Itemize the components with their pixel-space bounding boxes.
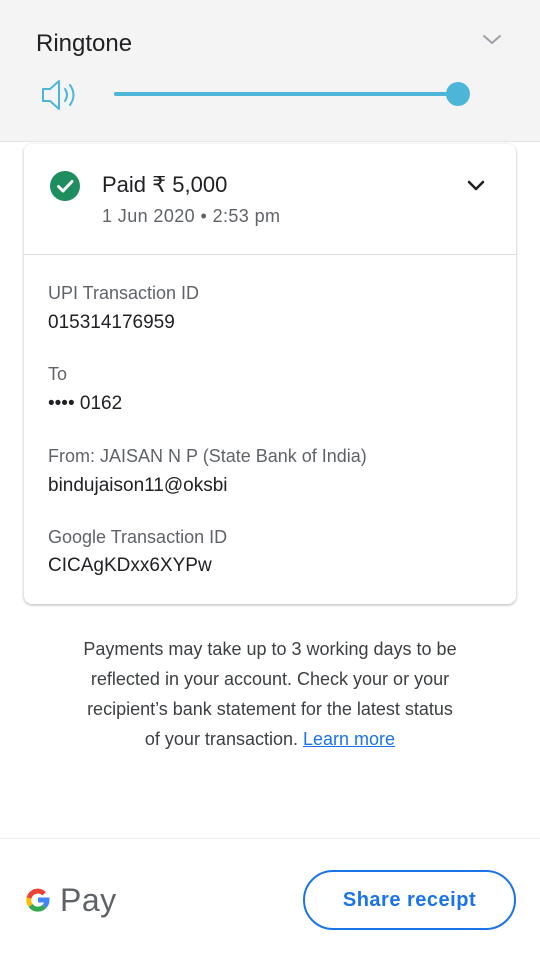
speaker-icon[interactable]	[40, 76, 80, 114]
transaction-summary[interactable]: Paid ₹ 5,000 1 Jun 2020 • 2:53 pm	[24, 144, 516, 255]
google-g-icon	[26, 888, 50, 912]
check-circle-icon	[50, 171, 80, 201]
volume-slider-thumb[interactable]	[446, 82, 470, 106]
google-transaction-id-label: Google Transaction ID	[48, 527, 228, 547]
transaction-card: Paid ₹ 5,000 1 Jun 2020 • 2:53 pm UPI Tr…	[24, 144, 516, 604]
google-pay-wordmark: Pay	[60, 881, 117, 918]
footer-divider	[0, 838, 540, 839]
volume-panel-title: Ringtone	[36, 30, 133, 57]
sender-upi-id: bindujaison11@oksbi	[48, 475, 228, 496]
recipient-label: To	[48, 364, 68, 384]
upi-transaction-id-label: UPI Transaction ID	[48, 283, 200, 303]
volume-slider-fill	[114, 92, 458, 96]
recipient-value: •••• 0162	[48, 393, 123, 414]
google-pay-logo: Pay	[22, 880, 117, 920]
payment-info-text: Payments may take up to 3 working days t…	[80, 634, 460, 754]
sender-label: From: JAISAN N P (State Bank of India)	[48, 446, 367, 466]
chevron-down-icon[interactable]	[464, 174, 488, 198]
volume-panel: Ringtone	[0, 0, 540, 142]
learn-more-link[interactable]: Learn more	[303, 729, 395, 749]
google-transaction-id-value: CICAgKDxx6XYPw	[48, 555, 212, 576]
volume-slider-track[interactable]	[114, 92, 458, 96]
payment-info-message: Payments may take up to 3 working days t…	[83, 639, 457, 749]
payment-amount: Paid ₹ 5,000	[102, 172, 228, 197]
chevron-down-icon[interactable]	[480, 28, 504, 52]
share-receipt-button[interactable]: Share receipt	[303, 870, 516, 930]
payment-timestamp: 1 Jun 2020 • 2:53 pm	[102, 206, 281, 226]
upi-transaction-id-value: 015314176959	[48, 312, 175, 333]
